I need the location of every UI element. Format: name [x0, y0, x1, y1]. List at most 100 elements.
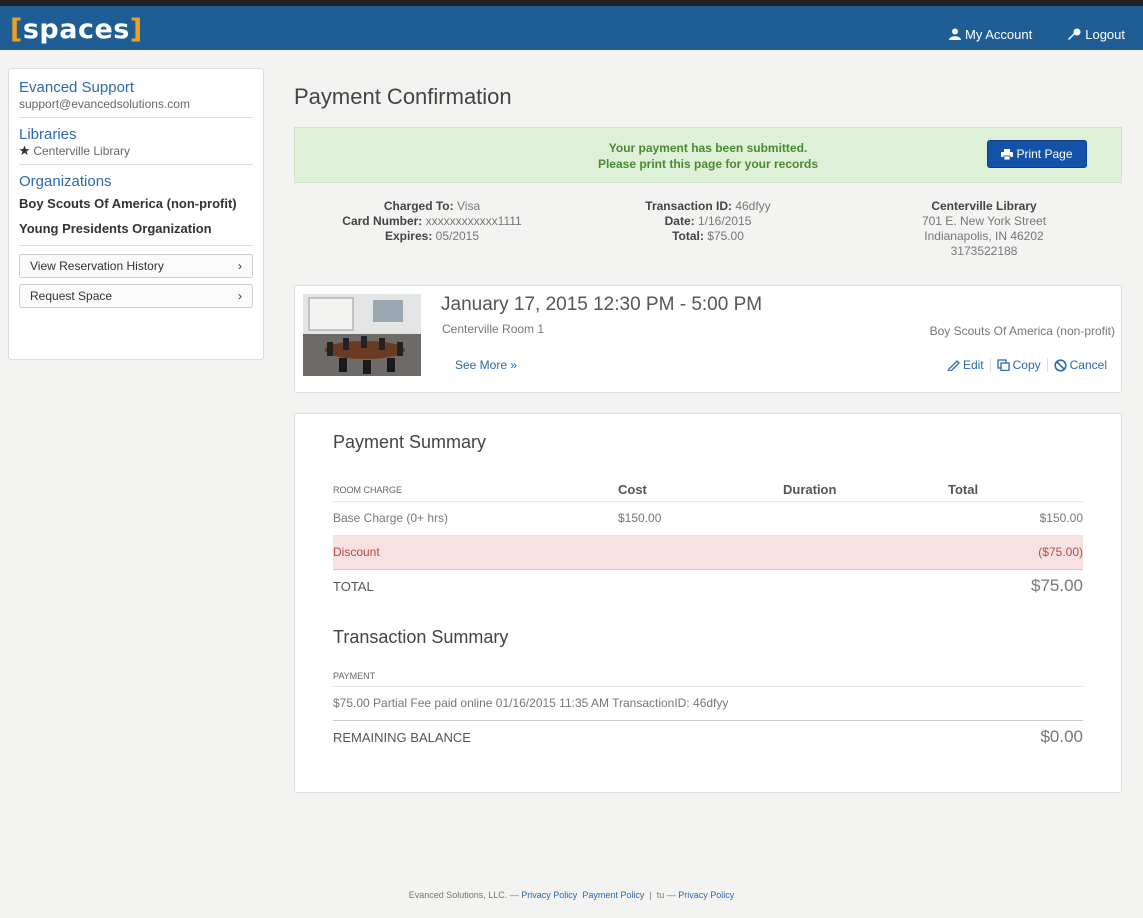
- total-header: Total: [948, 482, 979, 498]
- copy-icon: [996, 359, 1010, 371]
- transaction-summary-table: PAYMENT $75.00 Partial Fee paid online 0…: [333, 666, 1083, 754]
- copy-label: Copy: [1012, 358, 1041, 372]
- see-more-link[interactable]: See More »: [455, 358, 517, 372]
- star-icon: [19, 145, 30, 156]
- view-reservation-history-label: View Reservation History: [30, 259, 164, 273]
- user-icon: [949, 28, 962, 40]
- duration-header: Duration: [783, 482, 837, 498]
- charge-total: $150.00: [948, 500, 1083, 535]
- sidebar: Evanced Support support@evancedsolutions…: [8, 68, 264, 360]
- discount-duration: [783, 534, 948, 569]
- total-value: $75.00: [707, 229, 744, 243]
- print-page-button[interactable]: Print Page: [987, 140, 1087, 168]
- transaction-id-value: 46dfyy: [735, 199, 771, 213]
- reservation-card: January 17, 2015 12:30 PM - 5:00 PM Cent…: [294, 285, 1122, 393]
- logout-link[interactable]: Logout: [1050, 12, 1143, 56]
- print-page-label: Print Page: [1016, 147, 1073, 161]
- library-name: Centerville Library: [33, 144, 131, 158]
- spaces-logo[interactable]: [spaces]: [10, 14, 143, 45]
- top-navbar: [spaces] My Account Logout: [0, 0, 1143, 50]
- libraries-section: Libraries Centerville Library: [19, 126, 253, 165]
- card-number-value: xxxxxxxxxxxx1111: [425, 214, 522, 228]
- my-account-link[interactable]: My Account: [931, 12, 1050, 56]
- transaction-info: Transaction ID: 46dfyy Date: 1/16/2015 T…: [570, 199, 846, 291]
- chevron-right-icon: ›: [238, 259, 242, 273]
- charge-label: Base Charge (0+ hrs): [333, 500, 618, 535]
- libraries-title[interactable]: Libraries: [19, 126, 253, 144]
- total-row: TOTAL $75.00: [333, 568, 1083, 603]
- transaction-id-label: Transaction ID:: [645, 199, 732, 213]
- charge-cost: $150.00: [618, 500, 783, 535]
- date-label: Date:: [664, 214, 695, 228]
- table-row: $75.00 Partial Fee paid online 01/16/201…: [333, 685, 1083, 720]
- total-row-label: TOTAL: [333, 568, 618, 603]
- library-city: Indianapolis, IN 46202: [924, 229, 1044, 243]
- card-number-label: Card Number:: [342, 214, 423, 228]
- table-row: Base Charge (0+ hrs) $150.00 $150.00: [333, 500, 1083, 535]
- support-email[interactable]: support@evancedsolutions.com: [19, 97, 253, 111]
- balance-label: REMAINING BALANCE: [333, 719, 907, 754]
- pencil-icon: [947, 360, 960, 371]
- organization-item[interactable]: Young Presidents Organization: [19, 221, 253, 237]
- footer: Evanced Solutions, LLC. — Privacy Policy…: [0, 890, 1143, 900]
- total-label: Total:: [672, 229, 704, 243]
- charged-to-label: Charged To:: [383, 199, 454, 213]
- key-icon: [1068, 28, 1081, 40]
- library-name-heading: Centerville Library: [931, 199, 1037, 213]
- organization-item[interactable]: Boy Scouts Of America (non-profit): [19, 196, 253, 212]
- footer-payment-policy-link[interactable]: Payment Policy: [582, 890, 644, 900]
- footer-privacy-link-2[interactable]: Privacy Policy: [678, 890, 734, 900]
- footer-tu: tu: [656, 890, 665, 900]
- edit-label: Edit: [962, 358, 984, 372]
- payment-summary-title: Payment Summary: [333, 432, 487, 452]
- reservation-room: Centerville Room 1: [442, 322, 545, 336]
- page-title: Payment Confirmation: [294, 84, 512, 109]
- my-account-label: My Account: [965, 26, 1033, 42]
- cancel-button[interactable]: Cancel: [1046, 358, 1113, 372]
- support-section: Evanced Support support@evancedsolutions…: [19, 79, 253, 118]
- main-content: Payment Confirmation Your payment has be…: [294, 68, 1122, 793]
- library-phone: 3173522188: [950, 244, 1018, 258]
- discount-cost: [618, 534, 783, 569]
- reservation-actions: Edit Copy Cancel: [941, 358, 1113, 372]
- transaction-summary-title: Transaction Summary: [333, 627, 509, 647]
- total-row-value: $75.00: [948, 568, 1083, 603]
- charged-to-value: Visa: [456, 199, 481, 213]
- balance-row: REMAINING BALANCE $0.00: [333, 719, 1083, 754]
- edit-button[interactable]: Edit: [941, 358, 990, 372]
- organizations-title[interactable]: Organizations: [19, 173, 253, 191]
- payment-summary-table: ROOM CHARGE Cost Duration Total Base Cha…: [333, 481, 1083, 603]
- expires-value: 05/2015: [435, 229, 480, 243]
- chevron-right-icon: ›: [238, 289, 242, 303]
- library-item[interactable]: Centerville Library: [19, 144, 253, 158]
- room-charge-header: ROOM CHARGE: [333, 484, 403, 495]
- footer-company: Evanced Solutions, LLC.: [408, 890, 508, 900]
- print-icon: [1001, 148, 1014, 160]
- charge-info: Charged To: Visa Card Number: xxxxxxxxxx…: [294, 199, 570, 291]
- payment-header: PAYMENT: [333, 670, 376, 681]
- footer-privacy-link[interactable]: Privacy Policy: [521, 890, 577, 900]
- organizations-section: Organizations Boy Scouts Of America (non…: [19, 173, 253, 246]
- table-row: Discount ($75.00): [333, 534, 1083, 569]
- reservation-datetime: January 17, 2015 12:30 PM - 5:00 PM: [441, 294, 763, 315]
- top-nav: My Account Logout: [931, 12, 1143, 56]
- discount-label: Discount: [333, 534, 618, 569]
- expires-label: Expires:: [384, 229, 433, 243]
- request-space-button[interactable]: Request Space ›: [19, 284, 253, 308]
- footer-separator: —: [666, 890, 676, 900]
- logout-label: Logout: [1085, 26, 1125, 42]
- room-photo: [303, 294, 421, 376]
- library-info: Centerville Library 701 E. New York Stre…: [846, 199, 1122, 291]
- support-title[interactable]: Evanced Support: [19, 79, 253, 97]
- view-reservation-history-button[interactable]: View Reservation History ›: [19, 254, 253, 278]
- payment-info-row: Charged To: Visa Card Number: xxxxxxxxxx…: [294, 199, 1122, 291]
- cost-header: Cost: [618, 482, 647, 498]
- success-alert: Your payment has been submitted. Please …: [294, 127, 1122, 183]
- footer-separator: —: [509, 890, 519, 900]
- balance-value: $0.00: [906, 719, 1083, 754]
- request-space-label: Request Space: [30, 289, 113, 303]
- footer-pipe: |: [649, 890, 652, 900]
- discount-total: ($75.00): [948, 534, 1083, 569]
- cancel-label: Cancel: [1069, 358, 1107, 372]
- copy-button[interactable]: Copy: [989, 358, 1047, 372]
